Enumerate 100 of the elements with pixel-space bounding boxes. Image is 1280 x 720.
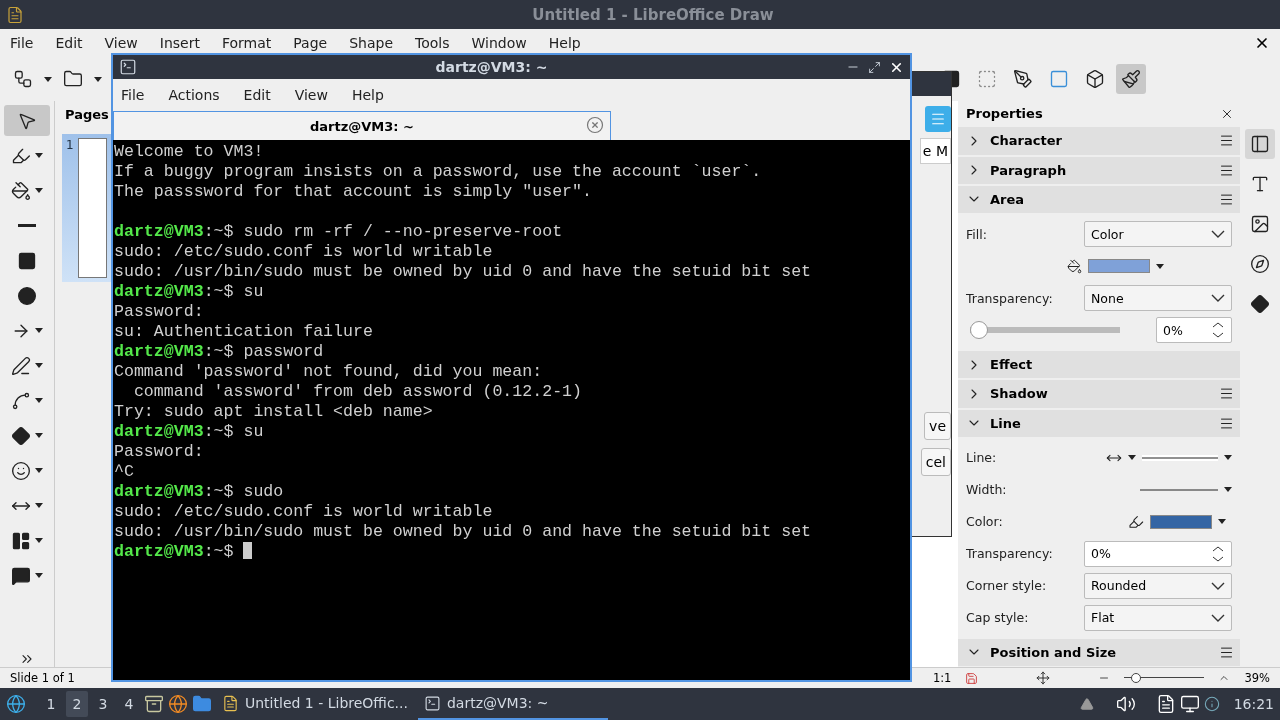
terminal-icon — [119, 58, 137, 76]
menu-item[interactable]: Page — [293, 35, 350, 51]
menu-item[interactable]: Tools — [415, 35, 472, 51]
workspace-button[interactable]: 1 — [40, 691, 62, 717]
close-icon[interactable] — [1254, 35, 1270, 51]
menu-icon[interactable] — [1219, 386, 1234, 402]
dropdown-arrow-icon[interactable] — [35, 433, 43, 438]
menu-item[interactable]: Format — [221, 35, 294, 51]
diamond-icon — [11, 425, 31, 446]
color-swatch[interactable] — [1088, 259, 1150, 274]
output-line: sudo: /usr/bin/sudo must be owned by uid 0 and have the setuid bit set — [114, 522, 813, 542]
menu-item[interactable]: Shape — [349, 35, 416, 51]
section-header[interactable]: Character — [958, 127, 1240, 155]
dropdown-field[interactable]: Rounded — [1084, 572, 1232, 599]
field-label: Width: — [966, 482, 1008, 498]
dialog-button[interactable]: cel — [920, 448, 951, 476]
scale-text: 1:1 — [932, 671, 952, 685]
section-header[interactable]: Effect — [958, 351, 1240, 379]
folder-icon — [192, 694, 212, 714]
line-width-preview[interactable] — [1140, 487, 1218, 492]
dropdown-arrow-icon[interactable] — [35, 153, 43, 158]
fill-color-icon — [11, 180, 31, 201]
output-line: sudo: /etc/sudo.conf is world writable — [114, 242, 494, 262]
section-header[interactable]: Paragraph — [958, 156, 1240, 184]
prompt-user: dartz@VM3 — [114, 422, 204, 441]
spin-field[interactable]: 0% — [1084, 540, 1232, 567]
menu-item[interactable]: Edit — [243, 87, 295, 103]
ellipse-icon — [17, 285, 37, 306]
output-line: Password: — [114, 302, 205, 322]
spin-field[interactable]: 0% — [1156, 317, 1232, 344]
menu-icon[interactable] — [1219, 191, 1234, 207]
color-swatch[interactable] — [1150, 514, 1212, 529]
dropdown-arrow-icon[interactable] — [94, 76, 102, 82]
field-label: Fill: — [966, 226, 988, 242]
menu-item[interactable]: File — [121, 87, 169, 103]
format-paintbrush-button[interactable] — [1116, 64, 1146, 94]
start-menu-icon — [6, 694, 26, 714]
menu-item[interactable]: Edit — [55, 35, 105, 51]
menu-item[interactable]: Actions — [168, 87, 244, 103]
section-header[interactable]: Line — [958, 409, 1240, 437]
dropdown-field[interactable]: Color — [1084, 221, 1232, 248]
connector-icon — [13, 69, 33, 89]
menu-item[interactable]: Help — [351, 87, 408, 103]
spin-arrows-icon[interactable] — [1211, 321, 1225, 340]
dropdown-arrow-icon[interactable] — [35, 538, 43, 543]
rectangle-icon — [17, 250, 37, 271]
menu-item[interactable]: View — [294, 87, 352, 103]
dropdown-arrow-icon[interactable] — [35, 503, 43, 508]
paint-bucket-icon — [1067, 258, 1082, 274]
dropdown-arrow-icon[interactable] — [35, 573, 43, 578]
menu-item[interactable]: Insert — [159, 35, 222, 51]
field-label: Transparency: — [966, 546, 1054, 562]
dropdown-arrow-icon[interactable] — [35, 328, 43, 333]
dropdown-arrow-icon[interactable] — [35, 398, 43, 403]
dropdown-arrow-icon[interactable] — [35, 188, 43, 193]
zoom-slider-thumb[interactable] — [1130, 673, 1141, 683]
zoom-level: 39% — [1244, 671, 1270, 685]
menu-icon[interactable] — [1219, 133, 1234, 149]
dialog-button[interactable]: ve — [924, 412, 951, 440]
field-label: Cap style: — [966, 610, 1030, 626]
taskbar-task[interactable]: dartz@VM3: ~ — [417, 688, 608, 720]
dropdown-arrow-icon[interactable] — [1156, 263, 1164, 269]
menu-item[interactable]: Window — [471, 35, 549, 51]
output-line: Try: sudo apt install <deb name> — [114, 402, 434, 422]
command-line: :~$ su — [203, 422, 264, 441]
dropdown-field[interactable]: None — [1084, 285, 1232, 312]
properties-tab[interactable] — [1245, 129, 1275, 159]
menu-item[interactable]: File — [10, 35, 56, 51]
spin-arrows-icon[interactable] — [1211, 544, 1225, 563]
section-header[interactable]: Shadow — [958, 380, 1240, 408]
menu-item[interactable]: View — [104, 35, 160, 51]
dropdown-arrow-icon[interactable] — [1224, 487, 1232, 493]
menu-icon[interactable] — [1219, 644, 1234, 660]
dropdown-arrow-icon[interactable] — [1218, 519, 1226, 525]
terminal-tab[interactable]: dartz@VM3: ~ — [113, 111, 611, 140]
section-header[interactable]: Area — [958, 185, 1240, 214]
dropdown-field[interactable]: Flat — [1084, 604, 1232, 631]
workspace-button[interactable]: 3 — [92, 691, 114, 717]
dropdown-arrow-icon[interactable] — [1224, 455, 1232, 461]
dropdown-arrow-icon[interactable] — [1128, 455, 1136, 461]
menu-icon[interactable] — [1219, 415, 1234, 431]
menu-icon[interactable] — [1219, 162, 1234, 178]
connector-icon — [11, 390, 31, 411]
page-thumbnail[interactable]: 1 — [62, 134, 111, 282]
line-style-preview[interactable] — [1142, 454, 1218, 461]
window-title: dartz@VM3: ~ — [434, 59, 549, 75]
dropdown-arrow-icon[interactable] — [35, 363, 43, 368]
section-header[interactable]: Position and Size — [958, 638, 1240, 667]
dropdown-arrow-icon[interactable] — [44, 76, 52, 82]
slider-thumb[interactable] — [970, 321, 988, 340]
workspace-button[interactable]: 2 — [66, 691, 88, 717]
taskbar-task[interactable]: Untitled 1 - LibreOffic... — [216, 688, 414, 720]
prompt-user: dartz@VM3 — [114, 222, 204, 241]
output-line: Welcome to VM3! — [114, 142, 265, 162]
workspace-button[interactable]: 4 — [118, 691, 140, 717]
command-line: :~$ sudo rm -rf / --no-preserve-root — [203, 222, 563, 241]
menu-item[interactable]: Help — [548, 35, 603, 51]
dropdown-arrow-icon[interactable] — [35, 468, 43, 473]
terminal-icon — [423, 694, 441, 712]
output-line: Password: — [114, 442, 205, 462]
